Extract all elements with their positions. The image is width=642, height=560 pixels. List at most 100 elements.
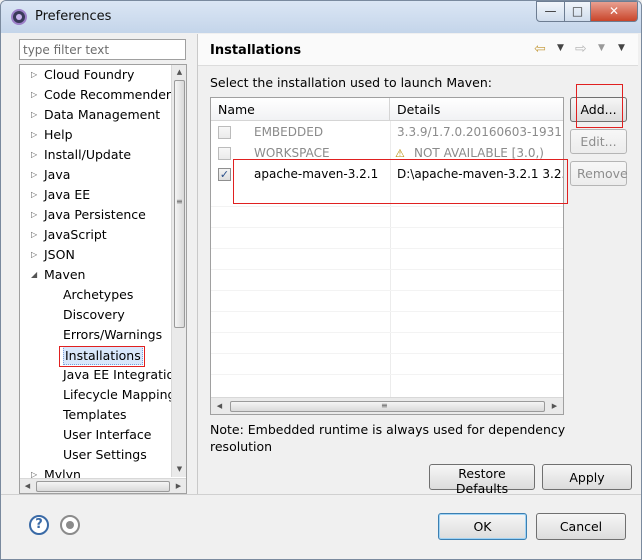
eclipse-icon [11, 9, 27, 25]
installation-name: EMBEDDED [254, 125, 324, 139]
tree-item-label: User Interface [63, 427, 152, 442]
expand-arrow-icon[interactable]: ▷ [31, 65, 41, 85]
expand-arrow-icon[interactable]: ▷ [31, 85, 41, 105]
scroll-up-icon[interactable]: ▲ [172, 65, 186, 80]
tree-item-label: Discovery [63, 307, 125, 322]
close-button[interactable]: ✕ [590, 1, 638, 22]
apply-button[interactable]: Apply [542, 464, 632, 490]
remove-button[interactable]: Remove [570, 161, 628, 186]
scroll-thumb[interactable]: ≡ [174, 80, 185, 328]
installation-name: apache-maven-3.2.1 [254, 167, 379, 181]
expand-arrow-icon[interactable]: ▷ [31, 125, 41, 145]
help-icon[interactable]: ? [29, 515, 49, 535]
expand-arrow-icon[interactable]: ▷ [31, 145, 41, 165]
scroll-left-icon[interactable]: ◀ [20, 479, 35, 493]
installation-details: D:\apache-maven-3.2.1 3.2.1 [397, 167, 564, 181]
row-gridline [211, 248, 563, 249]
preferences-window: Preferences — □ ✕ ▷ Cloud Foundry ▷ Code… [0, 0, 642, 560]
panel-divider[interactable] [197, 34, 198, 494]
scroll-thumb[interactable] [36, 481, 170, 492]
minimize-button[interactable]: — [536, 1, 565, 22]
tree-item-label: Templates [63, 407, 127, 422]
scroll-right-icon[interactable]: ▶ [546, 398, 563, 414]
edit-button[interactable]: Edit... [570, 129, 627, 154]
tree-item-code-recommenders[interactable]: ▷ Code Recommenders [20, 85, 178, 105]
tree-item-templates[interactable]: Templates [20, 405, 170, 425]
tree-horizontal-scrollbar[interactable]: ◀ ▶ [20, 478, 186, 493]
row-checkbox[interactable]: ✓ [218, 168, 231, 181]
tree-item-user-interface[interactable]: User Interface [20, 425, 170, 445]
tree-item-archetypes[interactable]: Archetypes [20, 285, 170, 305]
installation-details: NOT AVAILABLE [3.0,) [414, 146, 544, 160]
table-row[interactable]: WORKSPACE ⚠ NOT AVAILABLE [3.0,) [211, 143, 563, 164]
tree-item-label: Java [44, 167, 71, 182]
installation-details: 3.3.9/1.7.0.20160603-1931 [397, 125, 562, 139]
tree-item-java-ee[interactable]: ▷ Java EE [20, 185, 170, 205]
footer-separator [1, 494, 641, 495]
installation-name: WORKSPACE [254, 146, 330, 160]
scroll-left-icon[interactable]: ◀ [211, 398, 228, 414]
expand-arrow-icon[interactable]: ▷ [31, 185, 41, 205]
cancel-button[interactable]: Cancel [536, 513, 626, 540]
tree-item-discovery[interactable]: Discovery [20, 305, 170, 325]
tree-item-label: Java EE [44, 187, 91, 202]
tree-item-errors-warnings[interactable]: Errors/Warnings [20, 325, 170, 345]
tree-item-label: User Settings [63, 447, 147, 462]
restore-defaults-button[interactable]: Restore Defaults [429, 464, 535, 496]
row-gridline [211, 353, 563, 354]
scroll-right-icon[interactable]: ▶ [171, 479, 186, 493]
table-row[interactable]: ✓ apache-maven-3.2.1 D:\apache-maven-3.2… [211, 164, 564, 185]
expand-arrow-icon[interactable]: ▷ [31, 205, 41, 225]
tree-item-label: Data Management [44, 107, 161, 122]
expand-arrow-icon[interactable]: ▷ [31, 165, 41, 185]
filter-input[interactable] [19, 39, 186, 60]
view-menu-icon[interactable]: ▼ [618, 43, 625, 53]
record-macro-icon[interactable] [60, 515, 80, 535]
tree-item-lifecycle-mapping[interactable]: Lifecycle Mapping [20, 385, 175, 405]
tree-item-installations[interactable]: Installations [20, 345, 170, 365]
tree-item-help[interactable]: ▷ Help [20, 125, 170, 145]
grip-icon: ≡ [381, 401, 388, 410]
table-row[interactable]: EMBEDDED 3.3.9/1.7.0.20160603-1931 [211, 122, 563, 143]
column-header-name[interactable]: Name [211, 98, 390, 121]
tree-item-javascript[interactable]: ▷ JavaScript [20, 225, 170, 245]
tree-item-json[interactable]: ▷ JSON [20, 245, 170, 265]
scroll-down-icon[interactable]: ▼ [172, 462, 186, 477]
tree-item-data-management[interactable]: ▷ Data Management [20, 105, 170, 125]
row-checkbox[interactable] [218, 147, 231, 160]
ok-button[interactable]: OK [438, 513, 527, 540]
tree-item-label: Installations [63, 346, 143, 365]
installations-table: Name Details EMBEDDED 3.3.9/1.7.0.201606… [210, 97, 564, 415]
tree-item-java[interactable]: ▷ Java [20, 165, 170, 185]
forward-dropdown-icon[interactable]: ▼ [598, 43, 605, 53]
table-horizontal-scrollbar[interactable]: ◀ ≡ ▶ [211, 397, 563, 414]
maximize-button[interactable]: □ [564, 1, 591, 22]
tree-item-label: Install/Update [44, 147, 132, 162]
collapse-arrow-icon[interactable]: ◢ [31, 265, 41, 285]
tree-item-label: JavaScript [44, 227, 107, 242]
tree-item-label: Help [44, 127, 73, 142]
scroll-thumb[interactable]: ≡ [230, 401, 545, 412]
row-gridline [211, 227, 563, 228]
column-header-details[interactable]: Details [390, 98, 563, 121]
tree-item-maven[interactable]: ◢ Maven [20, 265, 170, 285]
expand-arrow-icon[interactable]: ▷ [31, 225, 41, 245]
tree-item-java-persistence[interactable]: ▷ Java Persistence [20, 205, 170, 225]
forward-arrow-icon[interactable]: ⇨ [575, 41, 587, 57]
row-checkbox[interactable] [218, 126, 231, 139]
add-button[interactable]: Add... [570, 97, 627, 122]
back-dropdown-icon[interactable]: ▼ [557, 43, 564, 53]
back-arrow-icon[interactable]: ⇦ [534, 41, 546, 57]
warning-icon: ⚠ [395, 147, 405, 160]
tree-item-cloud-foundry[interactable]: ▷ Cloud Foundry [20, 65, 170, 85]
tree-item-user-settings[interactable]: User Settings [20, 445, 170, 465]
expand-arrow-icon[interactable]: ▷ [31, 105, 41, 125]
preferences-tree: ▷ Cloud Foundry ▷ Code Recommenders ▷ Da… [19, 64, 187, 494]
tree-item-java-ee-integration[interactable]: Java EE Integration [20, 365, 182, 385]
tree-item-install-update[interactable]: ▷ Install/Update [20, 145, 170, 165]
row-gridline [211, 311, 563, 312]
tree-vertical-scrollbar[interactable]: ▲ ≡ ▼ [171, 65, 186, 477]
expand-arrow-icon[interactable]: ▷ [31, 245, 41, 265]
tree-item-label: Maven [44, 267, 86, 282]
row-gridline [211, 332, 563, 333]
